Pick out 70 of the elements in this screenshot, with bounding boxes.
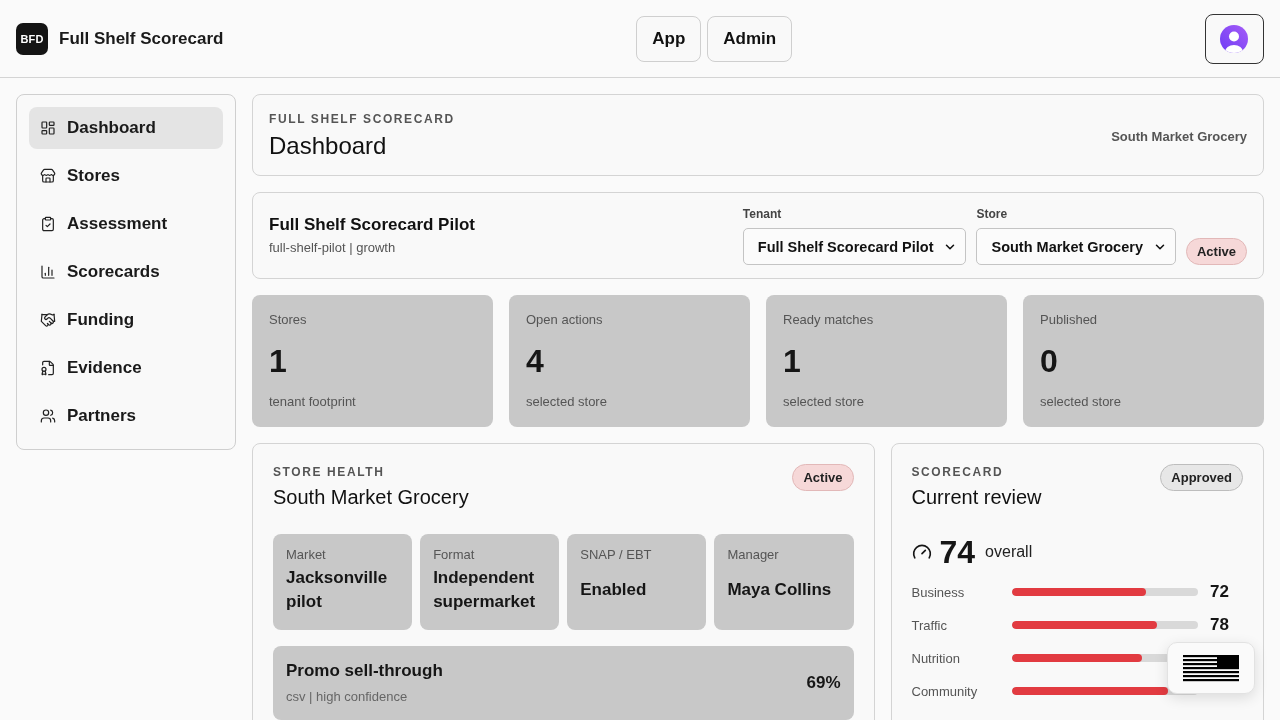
people-icon bbox=[40, 408, 56, 424]
language-menu[interactable] bbox=[1167, 642, 1255, 694]
sidebar-item[interactable]: Partners bbox=[29, 395, 223, 437]
fact-label: Format bbox=[433, 547, 475, 563]
top-nav-button[interactable]: App bbox=[636, 15, 702, 62]
grid-icon bbox=[40, 120, 56, 136]
sidebar-item[interactable]: Scorecards bbox=[29, 251, 223, 293]
fact-value: Jacksonville pilot bbox=[286, 567, 389, 613]
stat-label: Stores bbox=[269, 311, 307, 329]
stat-value: 4 bbox=[526, 342, 544, 381]
status-badge: Active bbox=[1185, 238, 1247, 265]
stat-note: selected store bbox=[526, 393, 607, 411]
stat-note: selected store bbox=[1040, 393, 1121, 411]
signal-title: Promo sell-through bbox=[286, 660, 443, 682]
overall-label: overall bbox=[985, 543, 1033, 561]
sidebar-item[interactable]: Stores bbox=[29, 155, 223, 197]
fact-value: Independent supermarket bbox=[433, 567, 537, 613]
panel-title: South Market Grocery bbox=[273, 485, 469, 510]
fact-value: Enabled bbox=[580, 579, 647, 601]
score-label: Business bbox=[911, 584, 966, 600]
stat-value: 1 bbox=[783, 342, 801, 381]
panel-eyebrow: SCORECARD bbox=[911, 464, 1004, 480]
stat-value: 0 bbox=[1040, 342, 1058, 381]
stat-value: 1 bbox=[269, 342, 287, 381]
status-badge: Active bbox=[792, 464, 854, 491]
stat-label: Open actions bbox=[526, 311, 603, 329]
tenant-name: Full Shelf Scorecard Pilot bbox=[269, 214, 475, 236]
score-label: Community bbox=[911, 683, 979, 699]
stat-label: Published bbox=[1040, 311, 1098, 329]
handshake-icon bbox=[40, 312, 56, 328]
fact-label: Manager bbox=[727, 547, 779, 563]
stat-label: Ready matches bbox=[783, 311, 874, 329]
score-value: 78 bbox=[1210, 615, 1230, 635]
clipboard-check-icon bbox=[40, 216, 56, 232]
account-button[interactable] bbox=[1205, 13, 1264, 64]
gauge-icon bbox=[911, 542, 932, 562]
overall-score: 74 bbox=[939, 533, 976, 572]
score-label: Traffic bbox=[911, 617, 948, 633]
current-store-label: South Market Grocery bbox=[1111, 128, 1247, 144]
bar-chart-icon bbox=[40, 264, 56, 280]
sidebar-item[interactable]: Funding bbox=[29, 299, 223, 341]
signal-meta: csv | high confidence bbox=[286, 688, 408, 706]
sidebar-item[interactable]: Assessment bbox=[29, 203, 223, 245]
document-icon bbox=[40, 360, 56, 376]
status-badge: Approved bbox=[1160, 464, 1243, 491]
filter-label: Tenant bbox=[742, 206, 782, 222]
app-logo: BFD bbox=[16, 22, 48, 55]
panel-eyebrow: STORE HEALTH bbox=[273, 464, 385, 480]
page-eyebrow: FULL SHELF SCORECARD bbox=[269, 111, 455, 127]
app-title: Full Shelf Scorecard bbox=[59, 28, 224, 49]
tenant-meta: full-shelf-pilot | growth bbox=[269, 239, 396, 257]
sidebar-item[interactable]: Evidence bbox=[29, 347, 223, 389]
sidebar-item[interactable]: Dashboard bbox=[29, 107, 223, 149]
top-nav-button[interactable]: Admin bbox=[707, 15, 793, 62]
select-field[interactable]: Full Shelf Scorecard Pilot bbox=[742, 228, 967, 265]
score-label: Nutrition bbox=[911, 650, 961, 666]
storefront-icon bbox=[40, 168, 56, 184]
fact-label: Market bbox=[286, 547, 326, 563]
user-avatar-icon bbox=[1220, 24, 1249, 53]
stat-note: selected store bbox=[783, 393, 864, 411]
select-field[interactable]: South Market Grocery bbox=[976, 228, 1176, 265]
filter-label: Store bbox=[976, 206, 1008, 222]
panel-title: Current review bbox=[911, 485, 1042, 510]
score-value: 72 bbox=[1210, 582, 1230, 602]
fact-label: SNAP / EBT bbox=[580, 547, 652, 563]
fact-value: Maya Collins bbox=[727, 579, 832, 601]
stat-note: tenant footprint bbox=[269, 393, 356, 411]
page-title: Dashboard bbox=[269, 131, 387, 161]
signal-value: 69% bbox=[806, 673, 841, 693]
flag-icon bbox=[1183, 654, 1239, 682]
